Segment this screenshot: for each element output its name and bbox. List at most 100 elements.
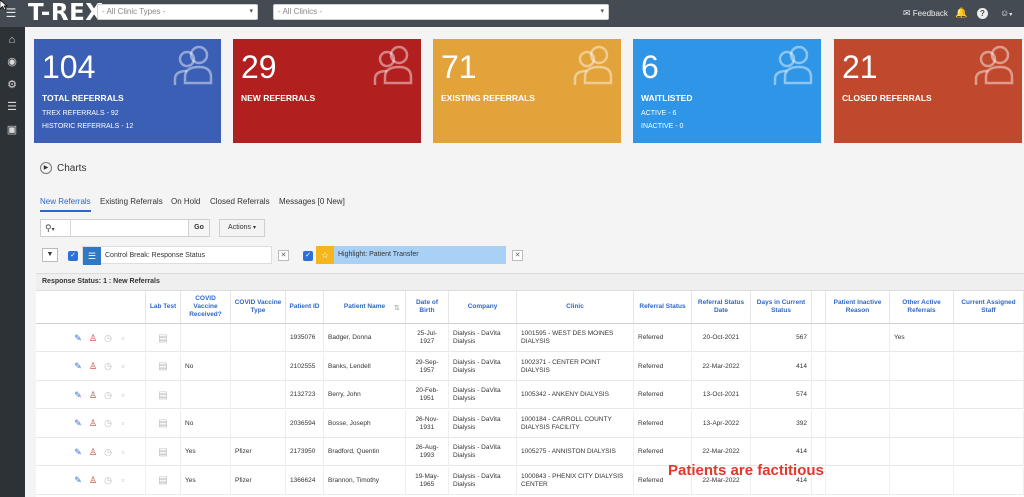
- column-header-days-in-status[interactable]: Days in Current Status: [751, 291, 812, 324]
- cell-covid-type: [231, 409, 286, 438]
- tab-existing-referrals[interactable]: Existing Referrals: [100, 196, 163, 208]
- highlight-checkbox[interactable]: ✓: [303, 251, 313, 261]
- table-row[interactable]: ✎ ♙ ◷ ▫ ▤ No 2036594 Bosse, Joseph 26-Nov-1931 Di…: [36, 409, 1024, 438]
- feedback-button[interactable]: ✉ Feedback: [903, 0, 948, 27]
- clock-icon[interactable]: ◷: [103, 418, 114, 429]
- person-icon[interactable]: ♙: [88, 447, 99, 458]
- eye-slash-icon[interactable]: ◉: [5, 55, 19, 69]
- comment-icon[interactable]: ▫: [118, 447, 129, 458]
- remove-control-break-button[interactable]: ✕: [278, 250, 289, 261]
- total-referrals-card[interactable]: 104 TOTAL REFERRALS TREX REFERRALS - 92 …: [34, 39, 221, 143]
- tab-closed-referrals[interactable]: Closed Referrals: [210, 196, 270, 208]
- existing-referrals-card[interactable]: 71 EXISTING REFERRALS: [433, 39, 621, 143]
- person-icon[interactable]: ♙: [88, 333, 99, 344]
- remove-highlight-button[interactable]: ✕: [512, 250, 523, 261]
- home-icon[interactable]: ⌂: [5, 33, 19, 47]
- cell-other-referrals: [890, 438, 954, 466]
- tab-new-referrals[interactable]: New Referrals: [40, 196, 91, 208]
- clipboard-icon[interactable]: ▤: [158, 361, 169, 372]
- clock-icon[interactable]: ◷: [103, 390, 114, 401]
- person-icon[interactable]: ♙: [88, 361, 99, 372]
- clock-icon[interactable]: ◷: [103, 361, 114, 372]
- help-button[interactable]: ?: [977, 0, 988, 27]
- edit-icon[interactable]: ✎: [73, 333, 84, 344]
- bell-icon[interactable]: 🔔: [955, 0, 967, 27]
- comment-icon[interactable]: ▫: [118, 333, 129, 344]
- actions-button[interactable]: Actions ▾: [219, 219, 265, 237]
- column-header-patient-id[interactable]: Patient ID: [286, 291, 324, 324]
- cell-other-referrals: Yes: [890, 324, 954, 352]
- column-header-covid-received[interactable]: COVID Vaccine Received?: [181, 291, 231, 324]
- cell-status-date: 13-Oct-2021: [692, 381, 751, 409]
- table-row[interactable]: ✎ ♙ ◷ ▫ ▤ 2132723 Berry, John 20-Feb-1951 Dialys…: [36, 381, 1024, 409]
- person-icon[interactable]: ♙: [88, 390, 99, 401]
- clinics-select[interactable]: - All Clinics - ▾: [273, 4, 609, 20]
- cell-days-in-status: 392: [751, 409, 812, 438]
- charts-toggle[interactable]: ▶ Charts: [40, 162, 86, 176]
- gear-icon[interactable]: ⚙: [5, 78, 19, 92]
- control-break-checkbox[interactable]: ✓: [68, 251, 78, 261]
- comment-icon[interactable]: ▫: [118, 475, 129, 486]
- column-header-assigned-staff[interactable]: Current Assigned Staff: [954, 291, 1024, 324]
- edit-icon[interactable]: ✎: [73, 475, 84, 486]
- person-icon[interactable]: ♙: [88, 418, 99, 429]
- column-header-other-referrals[interactable]: Other Active Referrals: [890, 291, 954, 324]
- edit-icon[interactable]: ✎: [73, 447, 84, 458]
- cell-patient-id: 1935076: [286, 324, 324, 352]
- column-header-referral-status[interactable]: Referral Status: [634, 291, 692, 324]
- tab-messages[interactable]: Messages [0 New]: [279, 196, 345, 208]
- comment-icon[interactable]: ▫: [118, 418, 129, 429]
- filters-collapse-button[interactable]: ▼: [42, 248, 58, 262]
- comment-icon[interactable]: ▫: [118, 390, 129, 401]
- clock-icon[interactable]: ◷: [103, 447, 114, 458]
- search-column-select[interactable]: ⚲▾: [41, 220, 71, 236]
- column-header-lab-test[interactable]: Lab Test: [146, 291, 181, 324]
- clipboard-icon[interactable]: ▤: [158, 418, 169, 429]
- chevron-down-icon: ▾: [1009, 12, 1013, 18]
- clipboard-icon[interactable]: ▤: [158, 475, 169, 486]
- highlight-filter[interactable]: ☆ Highlight: Patient Transfer: [316, 246, 506, 264]
- search-field[interactable]: ⚲▾: [40, 219, 210, 237]
- card-sub-active: ACTIVE - 6: [641, 110, 677, 117]
- tab-on-hold[interactable]: On Hold: [171, 196, 200, 208]
- go-button[interactable]: Go: [188, 219, 210, 237]
- list-icon[interactable]: ☰: [5, 100, 19, 114]
- app-logo[interactable]: T-REX: [28, 0, 104, 27]
- table-row[interactable]: ✎ ♙ ◷ ▫ ▤ Yes Pfizer 1366624 Brannon, Timothy 19-…: [36, 466, 1024, 495]
- edit-icon[interactable]: ✎: [73, 418, 84, 429]
- control-break-filter[interactable]: ☰ Control Break: Response Status: [82, 246, 272, 265]
- user-menu[interactable]: ☺▾: [1000, 0, 1012, 27]
- column-header-inactive-reason[interactable]: Patient Inactive Reason: [826, 291, 890, 324]
- row-actions: ✎ ♙ ◷ ▫: [36, 438, 146, 466]
- column-header-covid-type[interactable]: COVID Vaccine Type: [231, 291, 286, 324]
- clinic-types-select[interactable]: - All Clinic Types - ▾: [97, 4, 258, 20]
- person-icon[interactable]: ♙: [88, 475, 99, 486]
- clock-icon[interactable]: ◷: [103, 333, 114, 344]
- new-referrals-card[interactable]: 29 NEW REFERRALS: [233, 39, 421, 143]
- cell-inactive-reason: [826, 438, 890, 466]
- table-row[interactable]: ✎ ♙ ◷ ▫ ▤ No 2102555 Banks, Lendell 29-Sep-1957 D…: [36, 352, 1024, 381]
- comment-icon[interactable]: ▫: [118, 361, 129, 372]
- left-navigation: ⌂ ◉ ⚙ ☰ ▣: [0, 27, 25, 497]
- waitlisted-card[interactable]: 6 WAITLISTED ACTIVE - 6 INACTIVE - 0: [633, 39, 821, 143]
- book-icon[interactable]: ▣: [5, 123, 19, 137]
- cell-inactive-reason: [826, 352, 890, 381]
- clock-icon[interactable]: ◷: [103, 475, 114, 486]
- table-row[interactable]: ✎ ♙ ◷ ▫ ▤ Yes Pfizer 2173950 Bradford, Quentin 26…: [36, 438, 1024, 466]
- edit-icon[interactable]: ✎: [73, 390, 84, 401]
- column-header-status-date[interactable]: Referral Status Date: [692, 291, 751, 324]
- clipboard-icon[interactable]: ▤: [158, 333, 169, 344]
- row-actions: ✎ ♙ ◷ ▫: [36, 324, 146, 352]
- clipboard-icon[interactable]: ▤: [158, 390, 169, 401]
- column-header-company[interactable]: Company: [449, 291, 517, 324]
- column-header-clinic[interactable]: Clinic: [517, 291, 634, 324]
- cell-assigned-staff: [954, 438, 1024, 466]
- edit-icon[interactable]: ✎: [73, 361, 84, 372]
- sort-ascending-icon[interactable]: ⇅: [394, 304, 400, 312]
- actions-label: Actions: [228, 224, 251, 231]
- column-header-dob[interactable]: Date of Birth: [406, 291, 449, 324]
- closed-referrals-card[interactable]: 21 CLOSED REFERRALS: [834, 39, 1022, 143]
- clipboard-icon[interactable]: ▤: [158, 447, 169, 458]
- table-row[interactable]: ✎ ♙ ◷ ▫ ▤ 1935076 Badger, Donna 25-Jul-1927 Dial…: [36, 324, 1024, 352]
- people-icon: [773, 45, 813, 85]
